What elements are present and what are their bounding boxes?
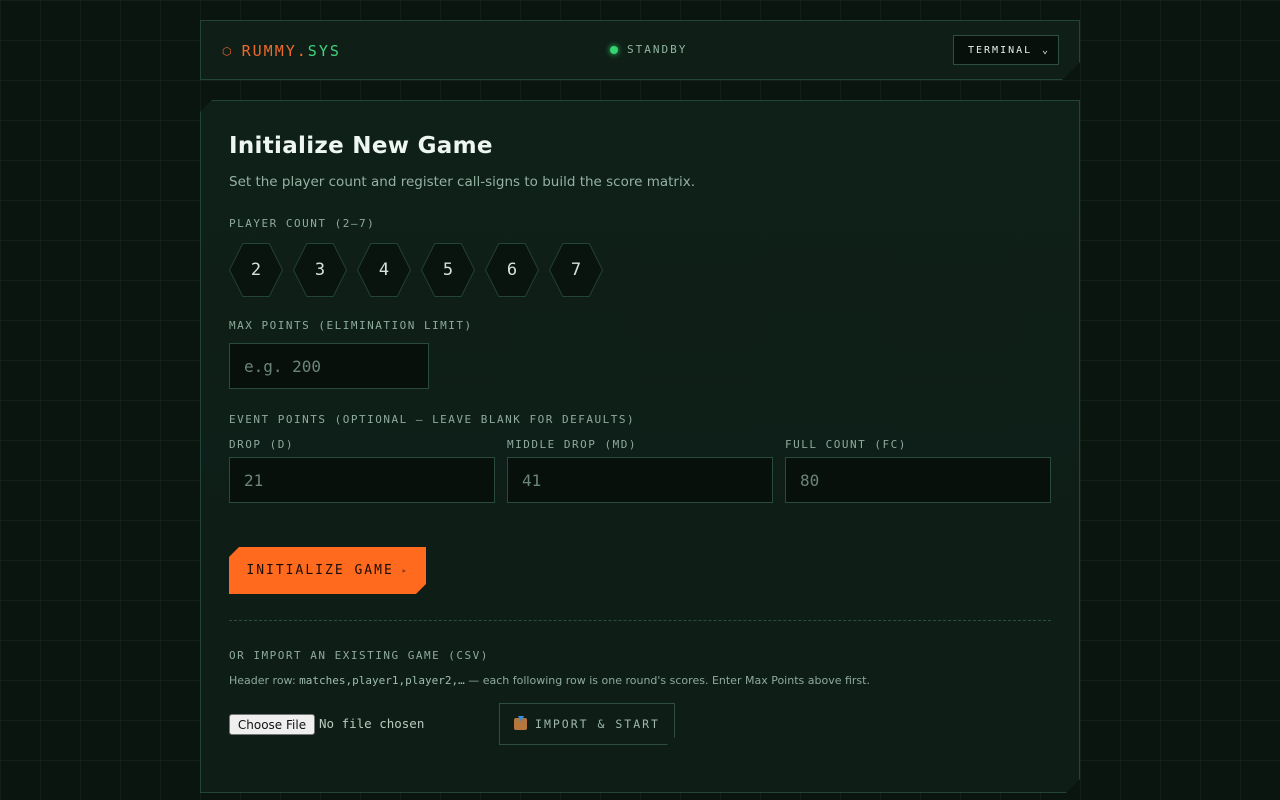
player-count-2-button[interactable]: 2 (229, 243, 283, 297)
page-title: Initialize New Game (229, 133, 493, 159)
drop-input[interactable] (229, 457, 495, 503)
chevron-down-icon: ⌄ (1041, 44, 1050, 56)
player-count-7-button[interactable]: 7 (549, 243, 603, 297)
import-help-text: Header row: matches,player1,player2,… — … (229, 674, 870, 687)
middle-drop-input[interactable] (507, 457, 773, 503)
initialize-game-button[interactable]: INITIALIZE GAME ▹ (229, 547, 426, 594)
brand-suffix: SYS (307, 42, 341, 60)
hexagon-icon: ⬡ (222, 44, 234, 58)
player-count-value: 7 (550, 244, 602, 296)
event-points-label: EVENT POINTS (OPTIONAL — LEAVE BLANK FOR… (229, 413, 636, 426)
player-count-value: 3 (294, 244, 346, 296)
import-start-label: IMPORT & START (535, 717, 660, 731)
player-count-label: PLAYER COUNT (2–7) (229, 217, 376, 230)
status-dot-icon (610, 46, 618, 54)
help-suffix: — each following row is one round's scor… (464, 674, 870, 687)
drop-label: DROP (D) (229, 438, 294, 451)
player-count-6-button[interactable]: 6 (485, 243, 539, 297)
inbox-tray-icon (514, 718, 527, 730)
help-code: matches,player1,player2,… (299, 674, 465, 687)
middle-drop-label: MIDDLE DROP (MD) (507, 438, 637, 451)
import-start-button[interactable]: IMPORT & START (499, 703, 675, 745)
player-count-value: 5 (422, 244, 474, 296)
player-count-value: 6 (486, 244, 538, 296)
section-divider (229, 620, 1051, 621)
full-count-input[interactable] (785, 457, 1051, 503)
play-arrow-icon: ▹ (401, 566, 409, 575)
page-subtitle: Set the player count and register call-s… (229, 174, 696, 190)
status-text: STANDBY (627, 43, 688, 56)
max-points-input[interactable] (229, 343, 429, 389)
player-count-selector: 2 3 4 5 6 7 (229, 243, 603, 297)
player-count-value: 4 (358, 244, 410, 296)
player-count-5-button[interactable]: 5 (421, 243, 475, 297)
max-points-label: MAX POINTS (ELIMINATION LIMIT) (229, 319, 473, 332)
player-count-value: 2 (230, 244, 282, 296)
new-game-card: Initialize New Game Set the player count… (200, 100, 1080, 793)
help-prefix: Header row: (229, 674, 300, 687)
brand-name: RUMMY. (241, 42, 308, 60)
theme-select[interactable]: TERMINAL ⌄ (953, 35, 1059, 65)
status-indicator: STANDBY (610, 43, 687, 56)
initialize-game-label: INITIALIZE GAME (246, 563, 394, 578)
file-status-text: No file chosen (319, 716, 425, 731)
choose-file-button[interactable]: Choose File (229, 714, 315, 735)
import-label: OR IMPORT AN EXISTING GAME (CSV) (229, 649, 489, 662)
theme-select-value: TERMINAL (968, 44, 1033, 56)
full-count-label: FULL COUNT (FC) (785, 438, 907, 451)
brand-logo: ⬡ RUMMY. SYS (222, 42, 341, 60)
player-count-4-button[interactable]: 4 (357, 243, 411, 297)
player-count-3-button[interactable]: 3 (293, 243, 347, 297)
top-bar: ⬡ RUMMY. SYS STANDBY TERMINAL ⌄ (200, 20, 1080, 80)
